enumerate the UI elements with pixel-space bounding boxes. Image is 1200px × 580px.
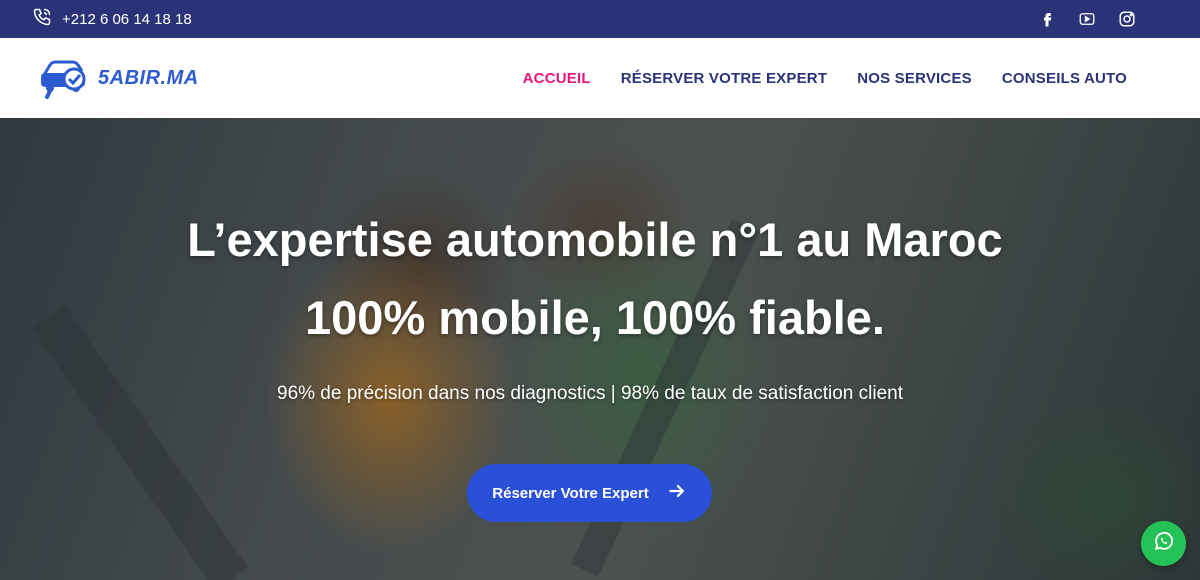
whatsapp-icon <box>1152 529 1176 558</box>
cta-label: Réserver Votre Expert <box>492 484 649 502</box>
nav-item-conseils-auto[interactable]: CONSEILS AUTO <box>1002 70 1127 87</box>
nav-item-nos-services[interactable]: NOS SERVICES <box>857 70 972 87</box>
instagram-icon[interactable] <box>1118 10 1136 28</box>
nav-item-accueil[interactable]: ACCUEIL <box>523 70 591 87</box>
nav-item-reserver-expert[interactable]: RÉSERVER VOTRE EXPERT <box>621 70 827 87</box>
reserve-expert-button[interactable]: Réserver Votre Expert <box>467 464 712 522</box>
hero-title-line1: L’expertise automobile n°1 au Maroc <box>187 213 1003 266</box>
facebook-icon[interactable] <box>1038 10 1056 28</box>
main-nav: ACCUEIL RÉSERVER VOTRE EXPERT NOS SERVIC… <box>523 70 1162 87</box>
phone-number[interactable]: +212 6 06 14 18 18 <box>62 11 192 28</box>
youtube-icon[interactable] <box>1078 10 1096 28</box>
hero-content: L’expertise automobile n°1 au Maroc 100%… <box>0 118 1200 580</box>
site-logo[interactable]: 5ABIR.MA <box>38 53 199 104</box>
car-check-logo-icon <box>38 53 94 104</box>
site-header: 5ABIR.MA ACCUEIL RÉSERVER VOTRE EXPERT N… <box>0 38 1200 118</box>
whatsapp-button[interactable] <box>1141 521 1186 566</box>
logo-text: 5ABIR.MA <box>98 66 199 89</box>
hero-title-line2: 100% mobile, 100% fiable. <box>305 291 885 344</box>
social-links <box>1038 10 1168 28</box>
phone-contact[interactable]: +212 6 06 14 18 18 <box>32 7 192 31</box>
top-bar: +212 6 06 14 18 18 <box>0 0 1200 38</box>
hero-section: L’expertise automobile n°1 au Maroc 100%… <box>0 118 1200 580</box>
phone-icon <box>32 7 52 31</box>
arrow-right-icon <box>667 481 687 505</box>
hero-subtitle: 96% de précision dans nos diagnostics | … <box>277 383 903 404</box>
